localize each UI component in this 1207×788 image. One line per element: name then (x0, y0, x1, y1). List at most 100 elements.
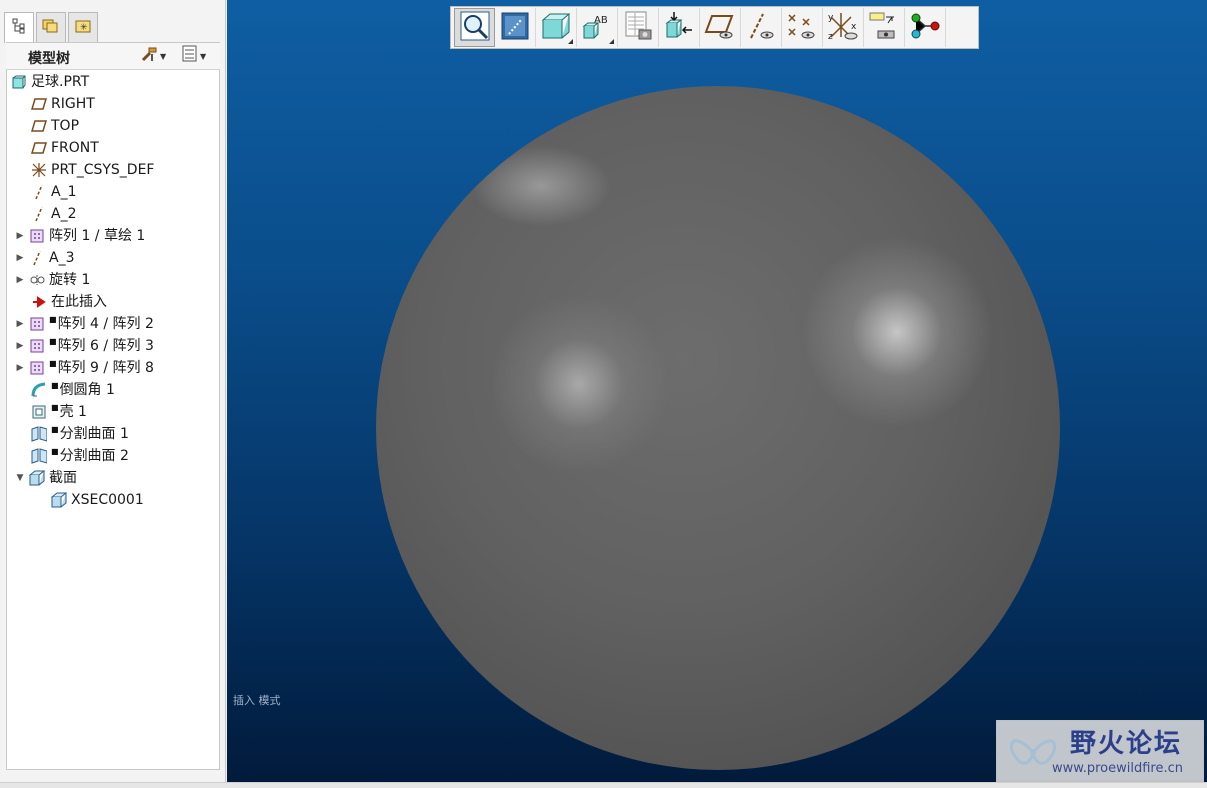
suppressed-marker: ■ (51, 402, 59, 412)
csys-display-button[interactable]: yxz (823, 8, 864, 47)
datum-plane-icon (31, 140, 47, 156)
tree-item-top[interactable]: TOP (31, 115, 79, 137)
view-manager-icon (623, 11, 653, 45)
tree-item-csys[interactable]: PRT_CSYS_DEF (31, 159, 154, 181)
model-tree: 足球.PRT RIGHT TOP FRONT PRT_CSYS_DEF A_1 … (6, 70, 220, 770)
svg-text:x: x (851, 22, 857, 32)
suppressed-marker: ■ (51, 380, 59, 390)
tree-item-part[interactable]: 足球.PRT (11, 71, 89, 93)
axis-display-button[interactable] (741, 8, 782, 47)
tree-item-front[interactable]: FRONT (31, 137, 99, 159)
chevron-down-icon: ▼ (160, 51, 167, 61)
spin-center-button[interactable] (905, 8, 946, 47)
tree-item-pattern-1[interactable]: ▶ 阵列 1 / 草绘 1 (15, 225, 146, 247)
round-icon (31, 382, 47, 398)
tree-item-a2[interactable]: A_2 (31, 203, 76, 225)
display-style-button[interactable] (536, 8, 577, 47)
split-surface-icon (31, 448, 47, 464)
coordinate-system-icon (31, 162, 47, 178)
expand-arrow-icon[interactable]: ▶ (15, 319, 25, 329)
saved-views-button[interactable]: AB (577, 8, 618, 47)
plane-display-icon (704, 12, 736, 44)
reorient-button[interactable] (659, 8, 700, 47)
expand-arrow-icon[interactable]: ▶ (15, 275, 25, 285)
sphere-model[interactable] (376, 86, 1060, 770)
insert-mode-indicator: 插入 模式 (233, 694, 281, 707)
spin-center-icon (909, 11, 941, 45)
expand-arrow-icon[interactable]: ▶ (15, 341, 25, 351)
forum-watermark: 野火论坛 www.proewildfire.cn (996, 720, 1204, 782)
datum-axis-icon (29, 250, 45, 266)
watermark-url: www.proewildfire.cn (1052, 761, 1183, 776)
tab-favorites[interactable]: ✳ (68, 12, 98, 42)
svg-text:✳: ✳ (80, 23, 88, 33)
datum-axis-icon (31, 206, 47, 222)
watermark-title: 野火论坛 (1070, 729, 1183, 759)
datum-plane-icon (31, 118, 47, 134)
tree-item-right[interactable]: RIGHT (31, 93, 95, 115)
graphics-window[interactable]: AB yxz 插入 模式 野火论坛 www.proewildfire.cn (227, 0, 1207, 787)
suppressed-marker: ■ (51, 424, 59, 434)
suppressed-marker: ■ (49, 336, 57, 346)
tree-item-sections[interactable]: ▼ 截面 (15, 467, 77, 489)
pattern-icon (29, 338, 45, 354)
datum-axis-icon (31, 184, 47, 200)
reorient-icon (664, 11, 694, 45)
refit-zoom-icon (460, 11, 490, 45)
section-icon (51, 492, 67, 508)
tree-item-a3[interactable]: ▶ A_3 (15, 247, 75, 269)
axis-display-icon (745, 12, 777, 44)
repaint-button[interactable] (495, 8, 536, 47)
status-strip (0, 782, 1207, 788)
tree-item-split-surface-1[interactable]: ■ 分割曲面 1 (31, 423, 129, 445)
part-icon (11, 74, 27, 90)
pattern-icon (29, 360, 45, 376)
display-style-icon (541, 12, 571, 44)
tree-columns-icon (182, 45, 198, 67)
collapse-arrow-icon[interactable]: ▼ (15, 473, 25, 483)
tree-settings-button[interactable]: ▼ (140, 47, 166, 65)
suppressed-marker: ■ (49, 358, 57, 368)
tab-folder-browser[interactable] (36, 12, 66, 42)
model-tree-icon (12, 18, 26, 38)
datum-plane-icon (31, 96, 47, 112)
expand-arrow-icon[interactable]: ▶ (15, 231, 25, 241)
folder-browser-icon (42, 18, 60, 38)
chevron-down-icon: ▼ (200, 51, 207, 61)
point-display-icon (786, 12, 818, 44)
tree-item-pattern-9[interactable]: ▶ ■ 阵列 9 / 阵列 8 (15, 357, 154, 379)
tree-settings-icon (140, 45, 158, 67)
point-display-button[interactable] (782, 8, 823, 47)
revolve-icon (29, 272, 45, 288)
tree-item-split-surface-2[interactable]: ■ 分割曲面 2 (31, 445, 129, 467)
model-tree-title: 模型树 (28, 51, 70, 67)
tree-item-shell-1[interactable]: ■ 壳 1 (31, 401, 87, 423)
refit-zoom-button[interactable] (454, 8, 495, 47)
expand-arrow-icon[interactable]: ▶ (15, 363, 25, 373)
insert-here-arrow-icon (31, 294, 47, 310)
pattern-icon (29, 316, 45, 332)
split-surface-icon (31, 426, 47, 442)
favorites-icon: ✳ (74, 18, 92, 38)
section-icon (29, 470, 45, 486)
tab-model-tree[interactable] (4, 12, 34, 43)
tree-item-revolve-1[interactable]: ▶ 旋转 1 (15, 269, 91, 291)
tree-item-insert-here[interactable]: 在此插入 (31, 291, 107, 313)
annotation-display-button[interactable] (864, 8, 905, 47)
tree-item-round-1[interactable]: ■ 倒圆角 1 (31, 379, 115, 401)
repaint-icon (501, 12, 529, 44)
tree-item-pattern-6[interactable]: ▶ ■ 阵列 6 / 阵列 3 (15, 335, 154, 357)
tree-item-pattern-4[interactable]: ▶ ■ 阵列 4 / 阵列 2 (15, 313, 154, 335)
tree-columns-button[interactable]: ▼ (182, 45, 207, 67)
csys-display-icon: yxz (827, 11, 859, 45)
plane-display-button[interactable] (700, 8, 741, 47)
pattern-icon (29, 228, 45, 244)
annotation-display-icon (868, 11, 900, 45)
expand-arrow-icon[interactable]: ▶ (15, 253, 25, 263)
tree-item-a1[interactable]: A_1 (31, 181, 76, 203)
graphics-toolbar: AB yxz (450, 6, 979, 49)
tree-item-xsec0001[interactable]: XSEC0001 (51, 489, 144, 511)
submenu-arrow-icon (568, 39, 573, 44)
view-manager-button[interactable] (618, 8, 659, 47)
model-tree-header: 模型树 ▼ ▼ (6, 42, 220, 70)
